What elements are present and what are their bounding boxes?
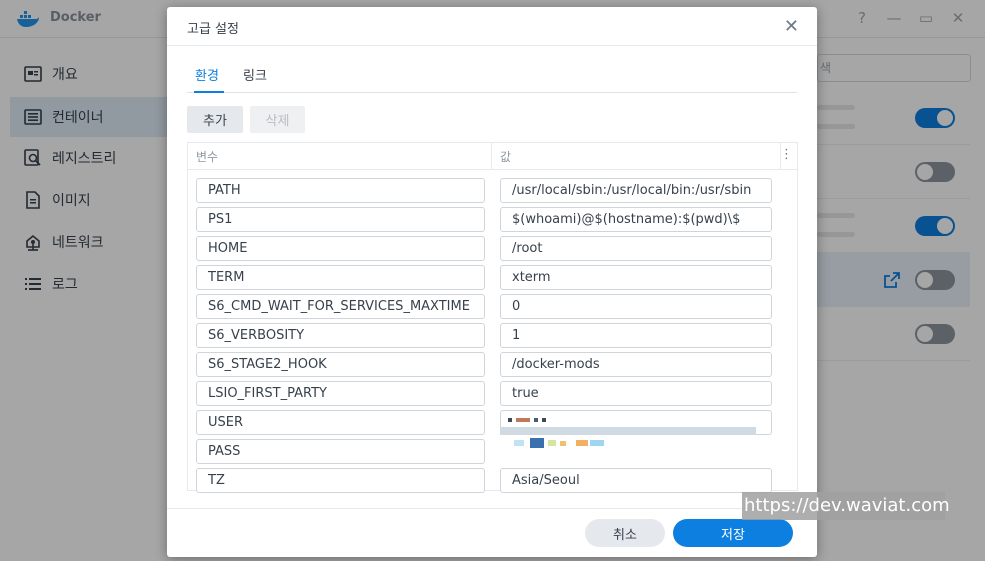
env-value-field[interactable]: xterm: [500, 265, 772, 290]
env-value-field[interactable]: 0: [500, 294, 772, 319]
env-value-field[interactable]: $(whoami)@$(hostname):$(pwd)\$: [500, 207, 772, 232]
redacted-value: [500, 411, 772, 451]
delete-button[interactable]: 삭제: [250, 106, 305, 133]
watermark-text: https://dev.waviat.com: [742, 492, 950, 520]
tab-environment[interactable]: 환경: [195, 65, 219, 84]
env-key-field[interactable]: S6_STAGE2_HOOK: [196, 352, 485, 377]
save-button[interactable]: 저장: [673, 519, 793, 547]
divider: [167, 508, 817, 509]
advanced-settings-dialog: 고급 설정 ✕ 환경 링크 추가 삭제 변수 값 ⋮ PATH /usr/loc…: [167, 7, 817, 557]
env-variable-grid: 변수 값 ⋮ PATH /usr/local/sbin:/usr/local/b…: [187, 142, 798, 493]
env-value-field[interactable]: /usr/local/sbin:/usr/local/bin:/usr/sbin: [500, 178, 772, 203]
env-value-field[interactable]: /docker-mods: [500, 352, 772, 377]
divider: [167, 45, 817, 46]
env-key-field[interactable]: USER: [196, 410, 485, 435]
env-value-field[interactable]: Asia/Seoul: [500, 468, 772, 493]
column-header-key[interactable]: 변수: [196, 148, 218, 165]
close-icon[interactable]: ✕: [784, 16, 799, 37]
add-button[interactable]: 추가: [187, 106, 243, 133]
env-key-field[interactable]: TZ: [196, 468, 485, 493]
column-menu-icon[interactable]: ⋮: [780, 147, 793, 162]
tab-link[interactable]: 링크: [243, 65, 267, 84]
column-header-value[interactable]: 값: [500, 148, 511, 165]
env-key-field[interactable]: TERM: [196, 265, 485, 290]
env-value-field[interactable]: true: [500, 381, 772, 406]
tab-bar: 환경 링크: [187, 61, 797, 93]
cancel-button[interactable]: 취소: [585, 519, 665, 547]
env-value-field[interactable]: 1: [500, 323, 772, 348]
env-value-field[interactable]: /root: [500, 236, 772, 261]
env-key-field[interactable]: S6_VERBOSITY: [196, 323, 485, 348]
env-key-field[interactable]: PATH: [196, 178, 485, 203]
active-tab-indicator: [194, 91, 224, 93]
env-key-field[interactable]: S6_CMD_WAIT_FOR_SERVICES_MAXTIME: [196, 294, 485, 319]
dialog-title: 고급 설정: [187, 22, 239, 37]
env-key-field[interactable]: HOME: [196, 236, 485, 261]
column-divider: [491, 143, 492, 170]
env-key-field[interactable]: PASS: [196, 439, 485, 464]
grid-header: 변수 값 ⋮: [188, 143, 797, 170]
env-key-field[interactable]: LSIO_FIRST_PARTY: [196, 381, 485, 406]
env-key-field[interactable]: PS1: [196, 207, 485, 232]
